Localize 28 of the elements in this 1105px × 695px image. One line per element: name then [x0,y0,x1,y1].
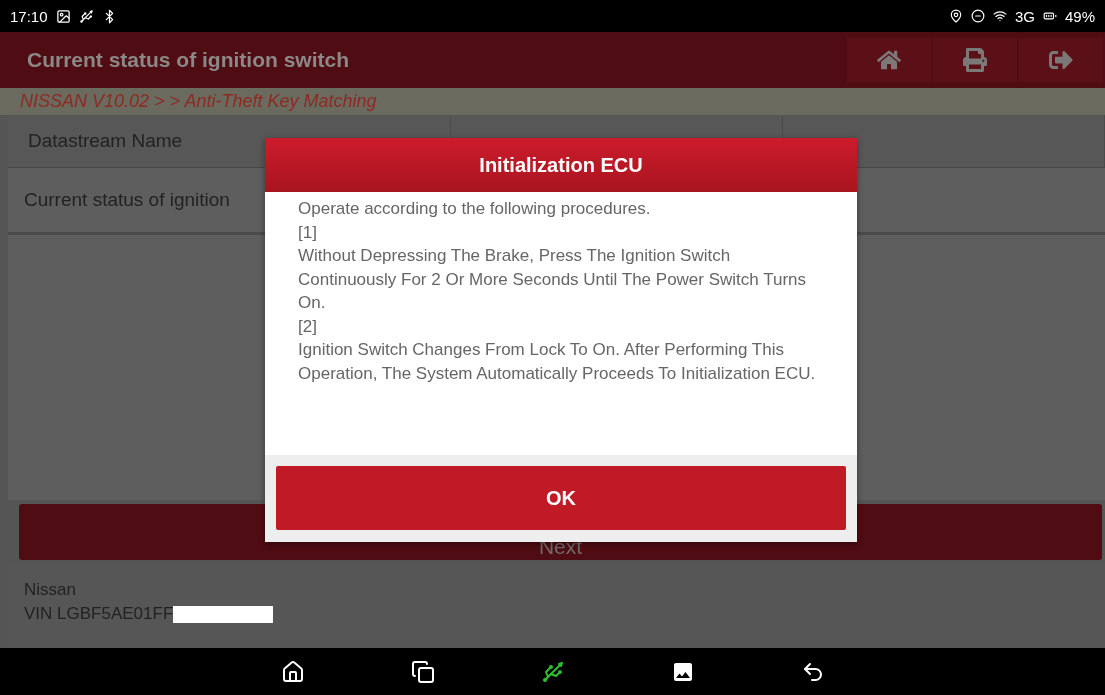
image-icon [55,8,71,24]
table-cell: Current status of ignition [24,189,230,211]
clock-time: 17:10 [10,7,48,25]
print-button[interactable] [933,38,1017,82]
do-not-disturb-icon [970,9,985,23]
battery-icon [1042,9,1057,23]
page-title: Current status of ignition switch [27,48,350,72]
exit-icon [1049,48,1073,72]
home-icon [280,659,305,684]
wifi-icon [992,9,1007,23]
connector-icon [540,659,565,684]
printer-icon [963,48,987,72]
dialog-title: Initialization ECU [265,138,857,192]
instruction-text: [2] [298,315,318,338]
battery-percent: 49% [1064,7,1095,25]
network-type: 3G [1014,7,1035,25]
breadcrumb: NISSAN V10.02 > > Anti-Theft Key Matching [0,88,1105,115]
ok-button[interactable]: OK [276,466,846,530]
location-icon [948,9,963,23]
recents-icon [410,659,435,684]
instruction-text: Operate according to the following procedures. [298,198,652,220]
exit-button[interactable] [1019,38,1103,82]
home-icon [877,48,901,72]
instruction-text: Without Depressing The Brake, Press The Ignition Switch Continuously For 2 Or More Seconds Until The Power Switch Turns On. [298,245,807,314]
usb-icon [78,8,94,24]
home-button[interactable] [847,38,931,82]
instruction-text: Ignition Switch Changes From Lock To On. After Performing This Operation, The System Automatically Proceeds To Initialization ECU. [298,339,817,385]
instruction-text: [1] [298,221,318,244]
